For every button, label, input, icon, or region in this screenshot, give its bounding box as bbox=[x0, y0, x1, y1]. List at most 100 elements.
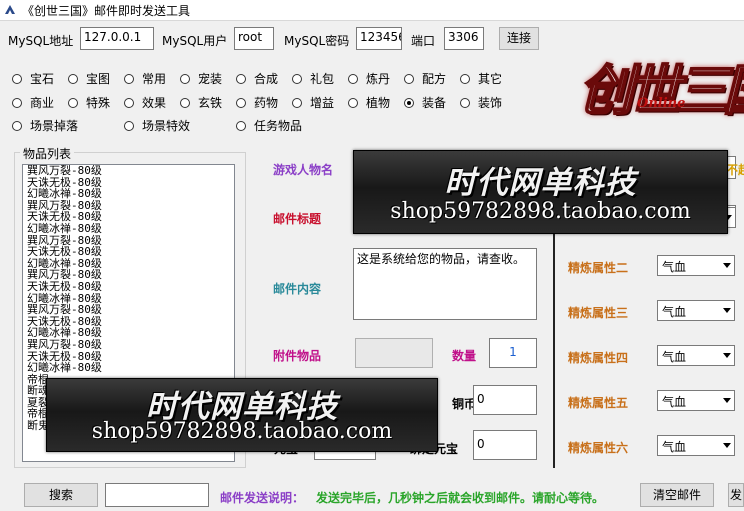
mysql-password-input[interactable]: 123456 bbox=[356, 27, 402, 50]
radio-circle-icon[interactable] bbox=[292, 74, 302, 84]
category-radio-12[interactable]: 玄铁 bbox=[180, 94, 222, 110]
list-item[interactable]: 幻曦冰禅-80级 bbox=[23, 223, 234, 235]
bound-gold-input[interactable]: 0 bbox=[473, 430, 537, 460]
category-radio-label: 其它 bbox=[478, 72, 503, 86]
refine-attribute-select[interactable]: 气血 bbox=[657, 390, 735, 411]
quantity-input[interactable]: 1 bbox=[489, 338, 537, 368]
radio-circle-icon[interactable] bbox=[124, 74, 134, 84]
radio-circle-icon[interactable] bbox=[404, 98, 414, 108]
send-button[interactable]: 发 bbox=[728, 483, 744, 507]
port-input[interactable]: 3306 bbox=[444, 27, 484, 50]
radio-circle-icon[interactable] bbox=[12, 74, 22, 84]
category-radio-7[interactable]: 配方 bbox=[404, 70, 446, 86]
attachment-label: 附件物品 bbox=[273, 349, 322, 363]
category-radio-label: 装饰 bbox=[478, 96, 503, 110]
list-item[interactable]: 巽风万裂-80级 bbox=[23, 339, 234, 351]
mysql-password-label: MySQL密码 bbox=[284, 34, 350, 48]
chevron-down-icon bbox=[723, 398, 731, 403]
chevron-down-icon bbox=[723, 353, 731, 358]
category-radio-1[interactable]: 宝图 bbox=[68, 70, 110, 86]
radio-circle-icon[interactable] bbox=[292, 98, 302, 108]
mysql-host-label: MySQL地址 bbox=[8, 34, 74, 48]
mail-content-label: 邮件内容 bbox=[273, 282, 322, 296]
category-radio-11[interactable]: 效果 bbox=[124, 94, 166, 110]
category-radio-label: 增益 bbox=[310, 96, 335, 110]
refine-attribute-value: 气血 bbox=[662, 440, 687, 454]
category-radio-18[interactable]: 场景掉落 bbox=[12, 117, 78, 133]
radio-circle-icon[interactable] bbox=[68, 74, 78, 84]
radio-circle-icon[interactable] bbox=[348, 74, 358, 84]
search-input[interactable] bbox=[105, 483, 209, 507]
watermark-bottom-line2: shop59782898.taobao.com bbox=[91, 419, 393, 444]
list-item[interactable]: 巽风万裂-80级 bbox=[23, 304, 234, 316]
radio-circle-icon[interactable] bbox=[12, 98, 22, 108]
refine-attribute-select[interactable]: 气血 bbox=[657, 345, 735, 366]
radio-circle-icon[interactable] bbox=[236, 74, 246, 84]
refine-attribute-label: 精炼属性二 bbox=[568, 261, 629, 275]
list-item[interactable]: 天诛无极-80级 bbox=[23, 246, 234, 258]
radio-circle-icon[interactable] bbox=[404, 74, 414, 84]
search-button[interactable]: 搜索 bbox=[24, 483, 98, 507]
category-radio-label: 常用 bbox=[142, 72, 167, 86]
title-bar: 《创世三国》邮件即时发送工具 bbox=[0, 0, 744, 21]
radio-circle-icon[interactable] bbox=[124, 98, 134, 108]
clear-mail-button[interactable]: 清空邮件 bbox=[640, 483, 714, 507]
category-radio-10[interactable]: 特殊 bbox=[68, 94, 110, 110]
category-radio-19[interactable]: 场景特效 bbox=[124, 117, 190, 133]
category-radio-label: 合成 bbox=[254, 72, 279, 86]
chevron-down-icon bbox=[723, 263, 731, 268]
mail-content-textarea[interactable]: 这是系统给您的物品，请查收。 bbox=[353, 248, 537, 320]
watermark-top-line2: shop59782898.taobao.com bbox=[390, 199, 691, 224]
category-radio-label: 宝图 bbox=[86, 72, 111, 86]
category-radio-8[interactable]: 其它 bbox=[460, 70, 502, 86]
category-radio-2[interactable]: 常用 bbox=[124, 70, 166, 86]
category-radio-4[interactable]: 合成 bbox=[236, 70, 278, 86]
mail-subject-label: 邮件标题 bbox=[273, 212, 322, 226]
category-radio-20[interactable]: 任务物品 bbox=[236, 117, 302, 133]
category-radio-3[interactable]: 宠装 bbox=[180, 70, 222, 86]
category-radio-14[interactable]: 增益 bbox=[292, 94, 334, 110]
refine-attribute-value: 气血 bbox=[662, 350, 687, 364]
radio-circle-icon[interactable] bbox=[12, 121, 22, 131]
category-radio-9[interactable]: 商业 bbox=[12, 94, 54, 110]
radio-circle-icon[interactable] bbox=[180, 98, 190, 108]
category-radio-6[interactable]: 炼丹 bbox=[348, 70, 390, 86]
mysql-host-input[interactable]: 127.0.0.1 bbox=[80, 27, 154, 50]
connect-button[interactable]: 连接 bbox=[499, 27, 539, 50]
attachment-input[interactable] bbox=[355, 338, 433, 368]
radio-circle-icon[interactable] bbox=[124, 121, 134, 131]
character-name-hint: 不超 bbox=[726, 163, 744, 177]
chevron-down-icon bbox=[723, 308, 731, 313]
send-note-label: 邮件发送说明： bbox=[220, 491, 305, 505]
divider-line bbox=[553, 232, 555, 468]
category-radio-16[interactable]: 装备 bbox=[404, 94, 446, 110]
watermark-top: 时代网单科技 shop59782898.taobao.com bbox=[353, 150, 728, 234]
category-radio-17[interactable]: 装饰 bbox=[460, 94, 502, 110]
item-list-title: 物品列表 bbox=[20, 145, 75, 162]
radio-circle-icon[interactable] bbox=[348, 98, 358, 108]
category-radio-0[interactable]: 宝石 bbox=[12, 70, 54, 86]
radio-circle-icon[interactable] bbox=[460, 74, 470, 84]
category-radio-13[interactable]: 药物 bbox=[236, 94, 278, 110]
category-radio-5[interactable]: 礼包 bbox=[292, 70, 334, 86]
refine-attribute-value: 气血 bbox=[662, 260, 687, 274]
refine-attribute-select[interactable]: 气血 bbox=[657, 300, 735, 321]
watermark-bottom: 时代网单科技 shop59782898.taobao.com bbox=[46, 378, 438, 452]
radio-circle-icon[interactable] bbox=[236, 98, 246, 108]
radio-circle-icon[interactable] bbox=[236, 121, 246, 131]
category-radio-label: 药物 bbox=[254, 96, 279, 110]
list-item[interactable]: 幻曦冰禅-80级 bbox=[23, 362, 234, 374]
radio-circle-icon[interactable] bbox=[68, 98, 78, 108]
port-label: 端口 bbox=[411, 34, 436, 48]
radio-circle-icon[interactable] bbox=[460, 98, 470, 108]
list-item[interactable]: 巽风万裂-80级 bbox=[23, 165, 234, 177]
category-radio-label: 效果 bbox=[142, 96, 167, 110]
copper-input[interactable]: 0 bbox=[473, 385, 537, 415]
chevron-down-icon bbox=[723, 443, 731, 448]
list-item[interactable]: 天诛无极-80级 bbox=[23, 281, 234, 293]
category-radio-15[interactable]: 植物 bbox=[348, 94, 390, 110]
mysql-user-input[interactable]: root bbox=[234, 27, 274, 50]
refine-attribute-select[interactable]: 气血 bbox=[657, 255, 735, 276]
refine-attribute-select[interactable]: 气血 bbox=[657, 435, 735, 456]
radio-circle-icon[interactable] bbox=[180, 74, 190, 84]
